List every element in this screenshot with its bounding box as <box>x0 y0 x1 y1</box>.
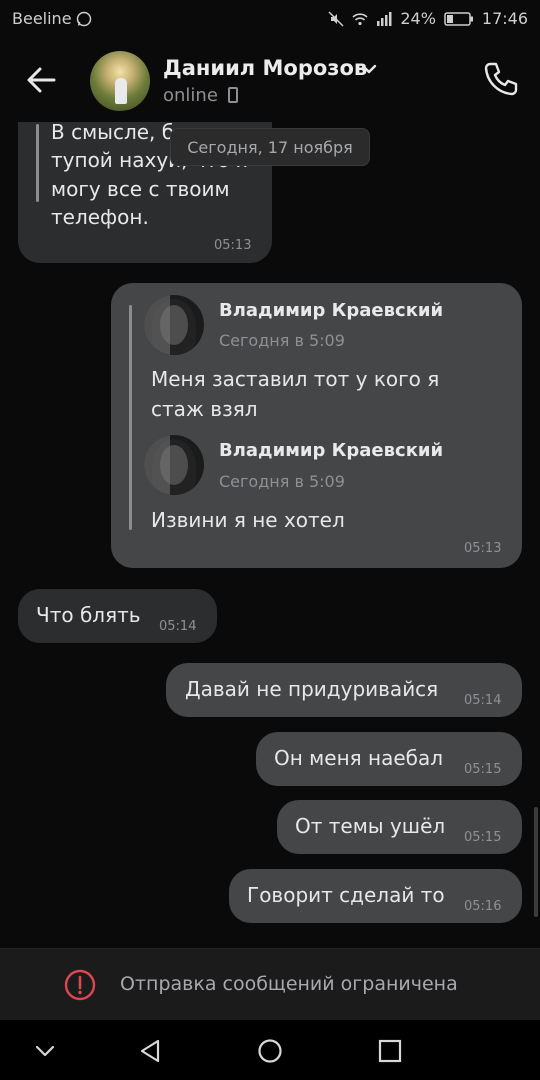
message-time: 05:16 <box>464 899 502 914</box>
message-line: телефон. <box>51 205 149 229</box>
nav-back-icon[interactable] <box>134 1035 166 1067</box>
message-line: могу все с твоим <box>51 177 230 201</box>
nav-home-icon[interactable] <box>254 1035 286 1067</box>
quote-bar <box>36 124 39 202</box>
forwarded-avatar <box>144 435 204 495</box>
chevron-down-icon[interactable] <box>29 1035 61 1067</box>
message-bubble-outgoing[interactable]: Он меня наебал 05:15 <box>256 732 522 786</box>
forwarded-date: Сегодня в 5:09 <box>219 472 345 491</box>
restriction-text: Отправка сообщений ограничена <box>120 973 458 995</box>
message-time: 05:14 <box>464 693 502 708</box>
system-nav-bar <box>0 1020 540 1080</box>
message-bubble-outgoing[interactable]: Говорит сделай то 05:16 <box>229 869 522 923</box>
message-time: 05:13 <box>464 541 502 556</box>
message-text: От темы ушёл <box>295 814 446 838</box>
chat-header: Даниил Морозов online <box>0 38 540 122</box>
nav-recents-icon[interactable] <box>374 1035 406 1067</box>
forwarded-line: Меня заставил тот у кого я <box>151 367 440 391</box>
forwarded-line: стаж взял <box>151 397 258 421</box>
phone-icon[interactable] <box>478 56 524 102</box>
restriction-banner: Отправка сообщений ограничена <box>0 948 540 1021</box>
status-bar: Beeline 24% 17:46 <box>0 0 540 38</box>
signal-icon <box>377 11 392 26</box>
battery-percent: 24% <box>400 9 436 28</box>
forwarded-author: Владимир Краевский <box>219 440 444 461</box>
mobile-device-icon <box>228 87 238 103</box>
contact-name[interactable]: Даниил Морозов <box>163 56 367 80</box>
message-text: Он меня наебал <box>274 746 444 770</box>
message-bubble-outgoing[interactable]: От темы ушёл 05:15 <box>277 800 522 854</box>
arrow-left-icon[interactable] <box>22 60 62 100</box>
avatar[interactable] <box>90 51 150 111</box>
message-bubble-incoming[interactable]: Что блять 05:14 <box>18 589 217 643</box>
mute-icon <box>328 10 344 27</box>
message-time: 05:14 <box>159 619 197 634</box>
message-time: 05:15 <box>464 830 502 845</box>
scrollbar[interactable] <box>534 807 538 917</box>
carrier-label: Beeline <box>12 9 72 28</box>
wifi-icon <box>352 12 368 25</box>
forward-bar <box>129 305 132 530</box>
message-time: 05:15 <box>464 762 502 777</box>
forwarded-line: Извини я не хотел <box>151 508 345 532</box>
whatsapp-icon <box>76 11 91 26</box>
message-text: Давай не придуривайся <box>185 677 439 701</box>
message-bubble-outgoing[interactable]: Давай не придуривайся 05:14 <box>166 663 522 717</box>
battery-icon <box>444 11 473 26</box>
message-time: 05:13 <box>214 238 252 253</box>
chevron-down-icon[interactable] <box>360 60 378 78</box>
online-status: online <box>163 85 218 106</box>
date-separator: Сегодня, 17 ноября <box>170 128 370 166</box>
forwarded-author: Владимир Краевский <box>219 300 444 321</box>
clock: 17:46 <box>481 9 528 28</box>
forwarded-date: Сегодня в 5:09 <box>219 331 345 350</box>
alert-circle-icon <box>64 969 96 1001</box>
message-bubble-outgoing[interactable]: Владимир Краевский Сегодня в 5:09 Меня з… <box>111 283 522 568</box>
message-text: Что блять <box>36 603 141 627</box>
message-list[interactable]: В смысле, блять тупой нахуй, что я могу … <box>0 122 540 948</box>
message-text: Говорит сделай то <box>247 883 445 907</box>
forwarded-avatar <box>144 295 204 355</box>
